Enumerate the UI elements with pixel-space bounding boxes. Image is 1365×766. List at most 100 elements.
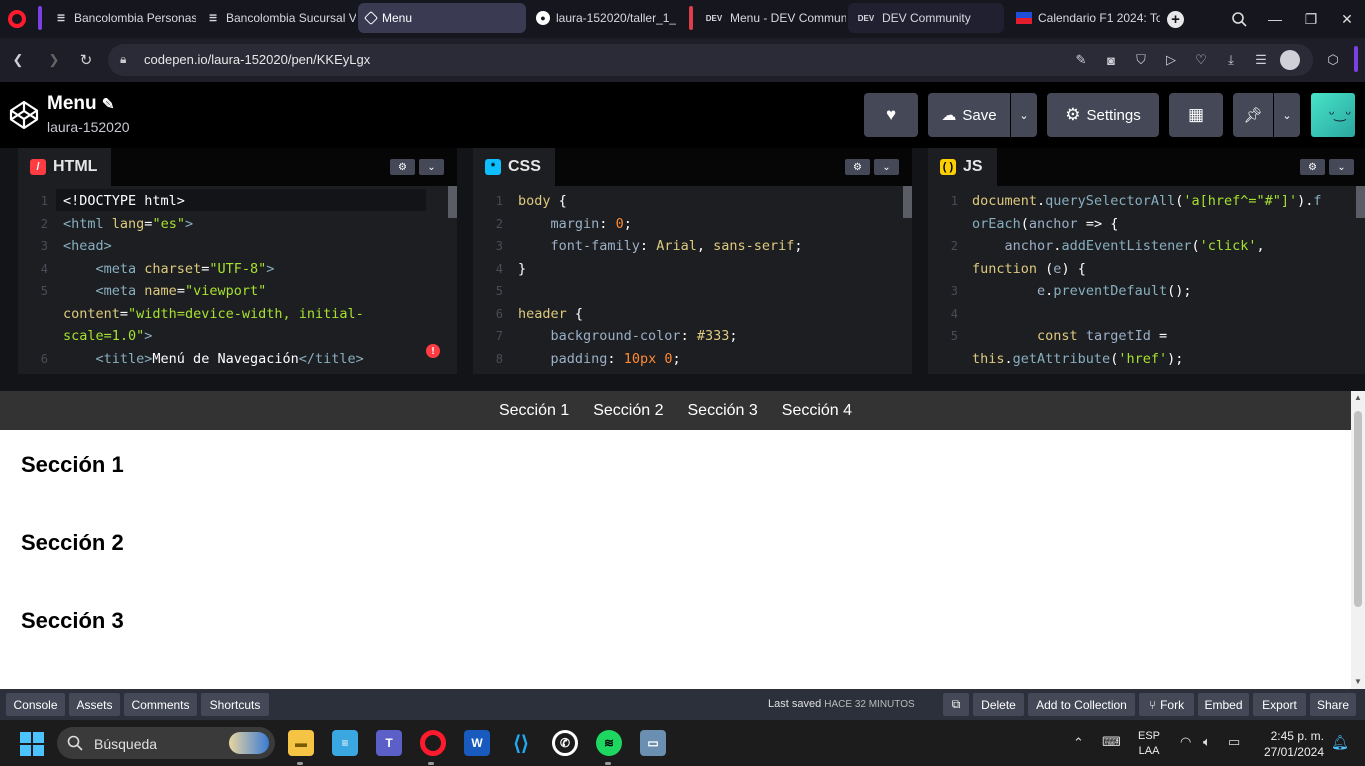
keyboard-icon[interactable]: ⌨	[1102, 734, 1121, 750]
pane-collapse-button[interactable]: ⌄	[419, 159, 444, 175]
delete-button[interactable]: Delete	[973, 693, 1024, 716]
battery-icon[interactable]: ▭	[1228, 734, 1240, 750]
pen-author[interactable]: laura-152020	[47, 119, 130, 135]
language-indicator[interactable]: ESP LAA	[1138, 729, 1160, 759]
html-code[interactable]: 1 <!DOCTYPE html> 2 <html lang="es"> 3 <…	[18, 186, 457, 374]
extensions-icon[interactable]: ⬡	[1325, 52, 1341, 68]
embed-button[interactable]: Embed	[1198, 693, 1249, 716]
resize-handle[interactable]	[0, 374, 1365, 391]
tab-label: Bancolombia Sucursal V	[226, 11, 356, 25]
nav-link-seccion-1[interactable]: Sección 1	[499, 402, 569, 420]
chevron-up-icon[interactable]: ⌃	[1073, 735, 1084, 751]
opera-logo-icon[interactable]	[8, 10, 26, 28]
word-icon[interactable]: W	[464, 730, 490, 756]
tab-dev-community[interactable]: DEV DEV Community	[848, 3, 1004, 33]
code-line: function (e) {	[972, 261, 1086, 277]
scroll-down-icon[interactable]: ▼	[1354, 677, 1362, 686]
pin-button[interactable]: 📌︎	[1233, 93, 1273, 137]
user-avatar[interactable]: ᵕ‿ᵕ	[1311, 93, 1355, 137]
tab-bancolombia-sucursal[interactable]: ☰ Bancolombia Sucursal V	[198, 3, 356, 33]
export-button[interactable]: Export	[1253, 693, 1306, 716]
comments-button[interactable]: Comments	[124, 693, 197, 716]
teams-icon[interactable]: T	[376, 730, 402, 756]
tab-css[interactable]: * CSS	[473, 148, 555, 186]
play-icon[interactable]: ▷	[1163, 52, 1179, 68]
terminal-icon[interactable]: ▭	[640, 730, 666, 756]
assets-button[interactable]: Assets	[69, 693, 120, 716]
whatsapp-icon[interactable]: ✆	[552, 730, 578, 756]
forward-icon[interactable]: ❯	[46, 52, 62, 68]
shortcuts-button[interactable]: Shortcuts	[201, 693, 269, 716]
share-button[interactable]: Share	[1310, 693, 1356, 716]
minimize-icon[interactable]: —	[1257, 0, 1293, 38]
shield-icon[interactable]: ⛉	[1133, 52, 1149, 68]
console-button[interactable]: Console	[6, 693, 65, 716]
close-icon[interactable]: ✕	[1329, 0, 1365, 38]
scrollbar[interactable]	[447, 186, 457, 374]
opera-browser-icon[interactable]	[420, 730, 446, 756]
like-button[interactable]: ♥	[864, 93, 918, 137]
edit-title-icon[interactable]: ✎	[102, 96, 115, 113]
restore-icon[interactable]: ❐	[1293, 0, 1329, 38]
open-external-button[interactable]: ⧉	[943, 693, 969, 716]
fork-button[interactable]: ⑂ Fork	[1139, 693, 1194, 716]
line-number: 8	[495, 352, 503, 366]
preview-scrollbar[interactable]: ▲ ▼	[1351, 391, 1365, 689]
tab-f1-calendar[interactable]: Calendario F1 2024: To	[1008, 3, 1160, 33]
html-editor-pane: / HTML ⚙ ⌄ 1 <!DOCTYPE html> 2 <html lan…	[18, 148, 457, 374]
add-to-collection-button[interactable]: Add to Collection	[1028, 693, 1135, 716]
tab-js[interactable]: ( ) JS	[928, 148, 997, 186]
clock[interactable]: 2:45 p. m. 27/01/2024	[1258, 728, 1324, 760]
file-explorer-icon[interactable]: ▬	[288, 730, 314, 756]
new-tab-button[interactable]: +	[1167, 11, 1184, 28]
css-code[interactable]: 1 body { 2 margin: 0; 3 font-family: Ari…	[473, 186, 912, 374]
vscode-icon[interactable]: ⟨⟩	[508, 730, 534, 756]
scroll-up-icon[interactable]: ▲	[1354, 393, 1362, 402]
tab-label: DEV Community	[882, 11, 971, 25]
edit-icon[interactable]: ✎	[1073, 52, 1089, 68]
pane-settings-button[interactable]: ⚙	[1300, 159, 1325, 175]
taskbar-search-box[interactable]: Búsqueda	[57, 727, 275, 759]
nav-link-seccion-3[interactable]: Sección 3	[688, 402, 758, 420]
pane-settings-button[interactable]: ⚙	[845, 159, 870, 175]
layout-button[interactable]: ▦	[1169, 93, 1223, 137]
avatar[interactable]	[1280, 50, 1300, 70]
nav-link-seccion-4[interactable]: Sección 4	[782, 402, 852, 420]
notepad-icon[interactable]: ≡	[332, 730, 358, 756]
easy-setup-icon[interactable]: ☰	[1253, 52, 1269, 68]
tab-dev-menu[interactable]: DEV Menu - DEV Communit	[696, 3, 846, 33]
pane-collapse-button[interactable]: ⌄	[874, 159, 899, 175]
download-icon[interactable]: ⤓	[1223, 52, 1239, 68]
nav-link-seccion-2[interactable]: Sección 2	[593, 402, 663, 420]
windows-start-icon[interactable]	[20, 732, 44, 756]
camera-icon[interactable]: ◙	[1103, 52, 1119, 68]
js-code[interactable]: 1 document.querySelectorAll('a[href^="#"…	[928, 186, 1365, 374]
wifi-icon[interactable]: ◠	[1180, 734, 1191, 750]
scrollbar[interactable]	[902, 186, 912, 374]
pin-options-button[interactable]: ⌄	[1274, 93, 1300, 137]
line-number: 5	[495, 284, 503, 298]
back-icon[interactable]: ❮	[10, 52, 26, 68]
spotify-icon[interactable]: ≋	[596, 730, 622, 756]
pane-settings-button[interactable]: ⚙	[390, 159, 415, 175]
scrollbar-thumb[interactable]	[1354, 411, 1362, 607]
running-indicator	[428, 762, 434, 765]
error-icon[interactable]: !	[426, 344, 440, 358]
tab-html[interactable]: / HTML	[18, 148, 112, 186]
heart-icon[interactable]: ♡	[1193, 52, 1209, 68]
codepen-logo-icon[interactable]	[8, 99, 40, 131]
reload-icon[interactable]: ↻	[78, 52, 94, 69]
settings-button[interactable]: ⚙ Settings	[1047, 93, 1159, 137]
volume-icon[interactable]: 🔈︎	[1203, 734, 1211, 750]
save-button[interactable]: ☁ Save	[928, 93, 1010, 137]
tab-github[interactable]: ● laura-152020/taller_1_A	[528, 3, 676, 33]
notification-bell-icon[interactable]: 🔔︎	[1331, 734, 1349, 751]
scrollbar[interactable]	[1355, 186, 1365, 374]
search-tabs-icon[interactable]	[1221, 0, 1257, 38]
tab-bancolombia-personas[interactable]: ☰ Bancolombia Personas	[46, 3, 196, 33]
save-options-button[interactable]: ⌄	[1011, 93, 1037, 137]
tab-menu[interactable]: Menu	[358, 3, 526, 33]
line-number: 7	[495, 329, 503, 343]
smiley-icon: ᵕ‿ᵕ	[1329, 105, 1351, 121]
pane-collapse-button[interactable]: ⌄	[1329, 159, 1354, 175]
